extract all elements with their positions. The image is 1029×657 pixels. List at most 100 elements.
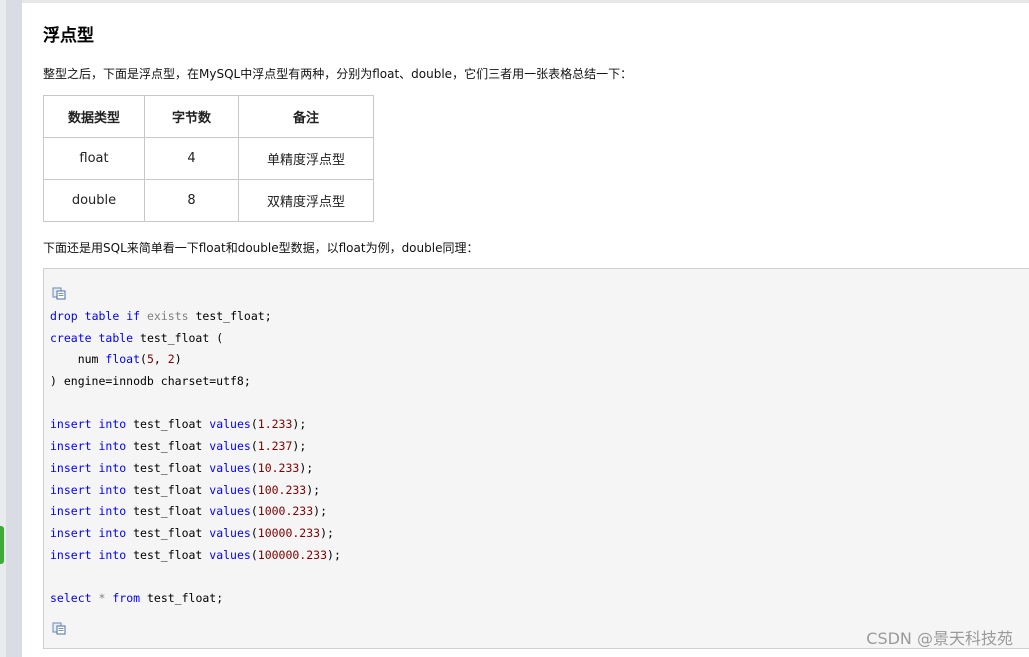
code-token: test_float ( [133,330,224,345]
section-heading: 浮点型 [43,26,94,46]
code-token: values [209,439,251,454]
code-token: num [50,352,106,367]
code-line: insert into test_float values(1.233); [50,414,341,436]
code-token: table [84,309,120,323]
code-token: exists [147,309,189,323]
code-token: , [153,352,168,367]
code-token: 1.237 [257,439,293,454]
intro-paragraph: 整型之后，下面是浮点型，在MySQL中浮点型有两种，分别为float、doubl… [43,67,633,81]
code-line: insert into test_float values(1.237); [50,436,341,458]
copy-code-icon[interactable] [52,285,66,300]
copy-code-icon[interactable] [52,620,66,635]
code-line: create table test_float ( [50,328,341,350]
code-token: drop [50,309,78,323]
code-token: ( [250,460,258,475]
code-token: insert [50,460,92,475]
code-token: insert [50,525,92,540]
code-token: ); [320,525,334,540]
code-token: ); [306,482,321,497]
code-line: insert into test_float values(100.233); [50,480,341,502]
code-token: values [209,504,251,519]
code-token: 5 [146,352,154,367]
code-token: test_float [126,525,210,540]
code-token: ( [250,482,258,497]
code-token: into [98,439,127,454]
code-line: insert into test_float values(1000.233); [50,501,341,523]
code-token: ( [140,352,147,367]
code-token: select [50,590,92,605]
code-token: ); [292,439,307,454]
code-token: float [105,352,141,367]
code-token: if [126,309,141,323]
sql-code: drop table if exists test_float; create t… [50,306,341,610]
code-line: ) engine=innodb charset=utf8; [50,371,341,393]
code-line: insert into test_float values(10.233); [50,458,341,480]
float-types-table: 数据类型 字节数 备注 float 4 单精度浮点型 double 8 双精度浮… [43,95,374,222]
code-token: test_float [126,460,210,475]
code-intro-paragraph: 下面还是用SQL来简单看一下float和double型数据，以float为例，d… [43,241,479,255]
header-cell: 备注 [238,95,374,138]
code-token: insert [50,504,92,519]
code-token: ); [292,417,307,432]
code-token: create [50,330,92,345]
code-token: insert [50,417,92,432]
table-cell: 双精度浮点型 [238,179,374,222]
code-token: test_float [126,547,210,562]
code-token: ) [174,352,182,367]
code-token: into [98,547,127,562]
code-token: test_float [126,504,210,519]
table-row: float 4 单精度浮点型 [43,137,374,180]
table-cell: 8 [144,179,239,222]
code-token: values [209,482,251,497]
table-cell: 4 [144,137,239,180]
code-token: values [209,547,251,562]
code-token: 100.233 [257,482,307,497]
code-token: ( [250,547,258,562]
code-token: into [98,504,127,519]
code-token: insert [50,439,92,454]
code-line: drop table if exists test_float; [50,306,341,328]
code-token: 10.233 [257,460,300,475]
code-token: ); [313,504,328,519]
left-sidebar-strip [0,0,22,657]
code-token: test_float; [188,309,272,323]
code-line: insert into test_float values(10000.233)… [50,523,341,545]
code-token: ( [250,525,258,540]
code-token: 2 [167,352,175,367]
code-token: into [98,460,127,475]
code-token: 1.233 [257,417,293,432]
table-cell: float [43,137,145,180]
code-token: insert [50,482,92,497]
code-token: test_float [126,439,210,454]
code-token: values [209,417,251,432]
code-token: 100000.233 [257,547,328,562]
code-token: into [98,417,127,432]
code-token: test_float [126,482,210,497]
code-token: table [98,330,134,345]
code-token: into [98,525,127,540]
code-token: ( [250,439,258,454]
code-token: test_float; [140,590,224,605]
table-cell: double [43,179,145,222]
code-token: ); [327,547,341,562]
code-block: drop table if exists test_float; create t… [43,268,1029,649]
code-token: into [98,482,127,497]
code-token: test_float [126,417,210,432]
table-cell: 单精度浮点型 [238,137,374,180]
code-token: ( [250,417,258,432]
code-token: ) engine=innodb charset=utf8; [50,374,251,389]
code-token: values [209,525,251,540]
side-tab-indicator[interactable] [0,526,4,564]
code-token: ( [250,504,258,519]
header-cell: 字节数 [144,95,239,138]
table-row: double 8 双精度浮点型 [43,179,374,222]
code-line: select * from test_float; [50,588,341,610]
code-token: from [112,590,141,605]
code-line: insert into test_float values(100000.233… [50,545,341,567]
code-token: values [209,460,251,475]
code-token: 10000.233 [257,525,321,540]
